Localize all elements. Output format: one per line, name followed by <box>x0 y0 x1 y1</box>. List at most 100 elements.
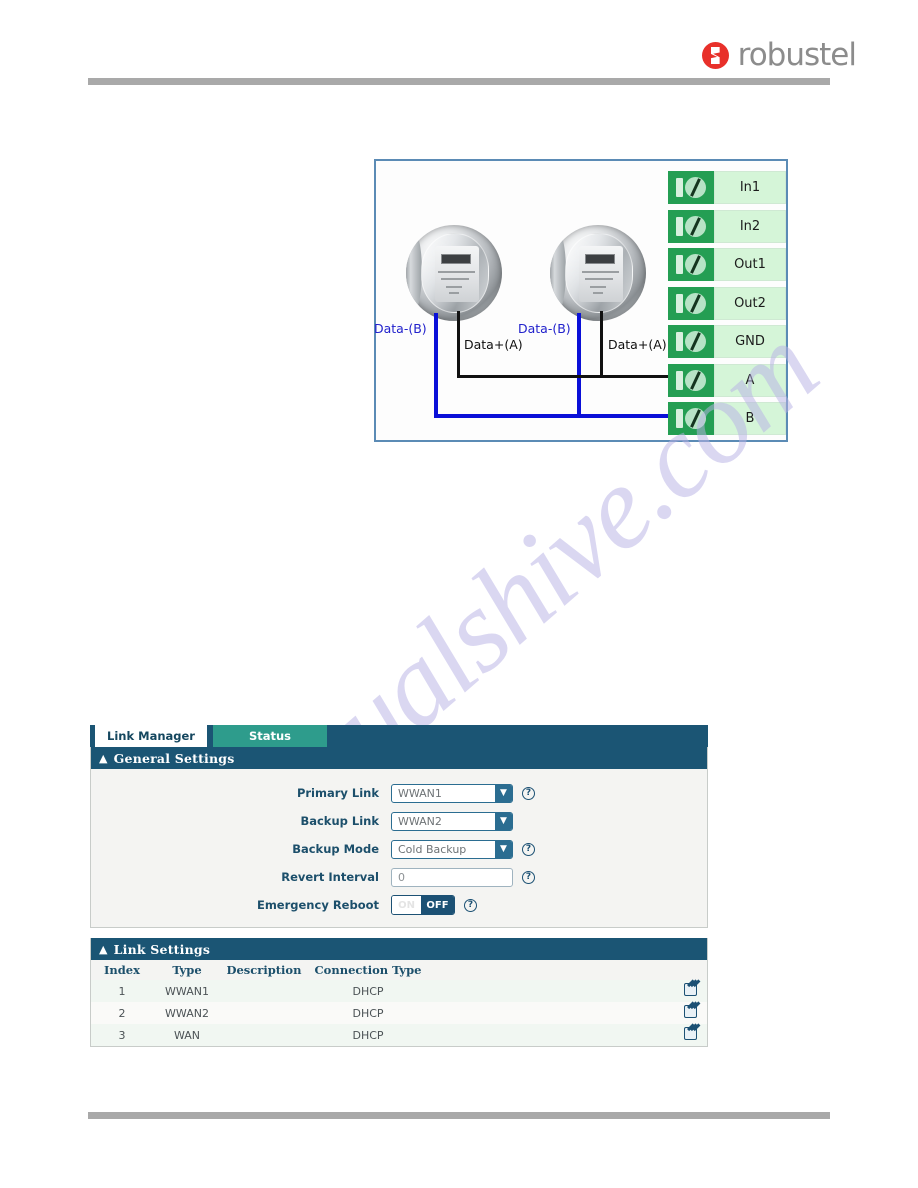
cell-description <box>221 1024 307 1046</box>
chevron-down-icon[interactable]: ▼ <box>495 812 512 830</box>
screw-terminal-icon <box>668 286 714 320</box>
terminal-row: Out1 <box>668 246 788 285</box>
column-header-type: Type <box>153 960 221 980</box>
screw-terminal-icon <box>668 248 714 281</box>
column-header-actions <box>673 960 707 980</box>
edit-icon[interactable] <box>683 1005 697 1018</box>
help-icon[interactable]: ? <box>522 870 535 884</box>
cell-type: WAN <box>153 1024 221 1046</box>
edit-icon[interactable] <box>683 1027 697 1040</box>
link-settings-panel: ▲ Link Settings Index Type Description C… <box>90 938 708 1047</box>
terminal-row: Out2 <box>668 285 788 324</box>
link-settings-header[interactable]: ▲ Link Settings <box>91 938 707 960</box>
cell-description <box>221 1002 307 1024</box>
tab-link-manager[interactable]: Link Manager <box>95 725 207 747</box>
cell-connection-type: DHCP <box>307 1024 429 1046</box>
cell-actions <box>673 1002 707 1024</box>
cell-connection-type: DHCP <box>307 1002 429 1024</box>
terminal-label: A <box>714 363 786 397</box>
primary-link-value: WWAN1 <box>398 786 442 800</box>
backup-mode-label: Backup Mode <box>292 842 379 856</box>
cell-index: 3 <box>91 1024 153 1046</box>
revert-interval-value: 0 <box>398 870 405 884</box>
terminal-row: In2 <box>668 208 788 247</box>
brand-logo: robustel <box>701 37 857 73</box>
general-settings-panel: ▲ General Settings Primary Link WWAN1 ▼ … <box>90 747 708 928</box>
screw-terminal-icon <box>668 325 714 358</box>
toggle-on-label: ON <box>392 896 421 914</box>
help-icon[interactable]: ? <box>522 842 535 856</box>
wire-label-data-b-1: Data-(B) <box>374 321 427 336</box>
cell-index: 2 <box>91 1002 153 1024</box>
wire-data-a-meter2-vertical <box>600 311 603 378</box>
tab-status[interactable]: Status <box>213 725 327 747</box>
router-web-ui: Link Manager Status ▲ General Settings P… <box>90 725 708 1047</box>
screw-terminal-icon <box>668 363 714 397</box>
wire-data-a-bus-horizontal <box>457 375 671 378</box>
field-revert-interval: Revert Interval 0 ? <box>91 863 707 891</box>
tab-bar: Link Manager Status <box>90 725 708 747</box>
revert-interval-input[interactable]: 0 <box>391 867 513 887</box>
column-header-spacer <box>429 960 673 980</box>
backup-link-select[interactable]: WWAN2 ▼ <box>391 811 513 831</box>
wire-label-data-a-2: Data+(A) <box>608 337 667 352</box>
revert-interval-label: Revert Interval <box>281 870 379 884</box>
column-header-connection-type: Connection Type <box>307 960 429 980</box>
column-header-description: Description <box>221 960 307 980</box>
footer-divider <box>88 1112 830 1119</box>
backup-mode-value: Cold Backup <box>398 842 467 856</box>
terminal-label: In1 <box>714 171 786 204</box>
cell-spacer <box>429 1024 673 1046</box>
screw-terminal-icon <box>668 171 714 204</box>
header-divider <box>88 78 830 85</box>
backup-mode-select[interactable]: Cold Backup ▼ <box>391 839 513 859</box>
table-row: 2 WWAN2 DHCP <box>91 1002 707 1024</box>
rs485-meter-wiring-diagram: Data-(B) Data+(A) Data-(B) Data+(A) In1 … <box>374 159 788 442</box>
terminal-label: B <box>714 402 786 435</box>
table-row: 1 WWAN1 DHCP <box>91 980 707 1002</box>
primary-link-label: Primary Link <box>296 786 379 800</box>
wire-data-b-bus-horizontal <box>434 414 671 418</box>
cell-spacer <box>429 1002 673 1024</box>
general-settings-header[interactable]: ▲ General Settings <box>91 747 707 769</box>
cell-description <box>221 980 307 1002</box>
wire-label-data-b-2: Data-(B) <box>518 321 571 336</box>
terminal-label: Out1 <box>714 248 786 281</box>
cell-actions <box>673 980 707 1002</box>
field-backup-mode: Backup Mode Cold Backup ▼ ? <box>91 835 707 863</box>
chevron-down-icon[interactable]: ▼ <box>495 840 512 858</box>
terminal-label: GND <box>714 325 786 358</box>
wire-data-b-meter1-vertical <box>434 313 438 418</box>
help-icon[interactable]: ? <box>464 898 477 912</box>
chevron-down-icon[interactable]: ▼ <box>495 784 512 802</box>
toggle-off-label: OFF <box>421 896 454 914</box>
primary-link-select[interactable]: WWAN1 ▼ <box>391 783 513 803</box>
terminal-block: In1 In2 Out1 Out2 GND A B <box>668 169 788 439</box>
chevron-up-icon: ▲ <box>99 942 108 956</box>
cell-spacer <box>429 980 673 1002</box>
backup-link-label: Backup Link <box>300 814 379 828</box>
backup-link-value: WWAN2 <box>398 814 442 828</box>
wire-data-b-meter2-vertical <box>577 313 581 418</box>
electric-meter-1 <box>406 225 502 321</box>
column-header-index: Index <box>91 960 153 980</box>
emergency-reboot-label: Emergency Reboot <box>256 898 379 912</box>
cell-connection-type: DHCP <box>307 980 429 1002</box>
table-row: 3 WAN DHCP <box>91 1024 707 1046</box>
field-primary-link: Primary Link WWAN1 ▼ ? <box>91 779 707 807</box>
brand-name: robustel <box>737 37 857 73</box>
help-icon[interactable]: ? <box>522 786 535 800</box>
edit-icon[interactable] <box>683 983 697 996</box>
chevron-up-icon: ▲ <box>99 751 108 765</box>
general-settings-title: General Settings <box>113 750 235 766</box>
cell-index: 1 <box>91 980 153 1002</box>
emergency-reboot-toggle[interactable]: ON OFF <box>391 895 455 915</box>
cell-type: WWAN1 <box>153 980 221 1002</box>
terminal-label: In2 <box>714 209 786 243</box>
cell-actions <box>673 1024 707 1046</box>
terminal-row: A <box>668 362 788 401</box>
terminal-row: In1 <box>668 169 788 208</box>
field-backup-link: Backup Link WWAN2 ▼ <box>91 807 707 835</box>
screw-terminal-icon <box>668 402 714 435</box>
general-settings-body: Primary Link WWAN1 ▼ ? Backup Link WWAN2… <box>91 769 707 927</box>
